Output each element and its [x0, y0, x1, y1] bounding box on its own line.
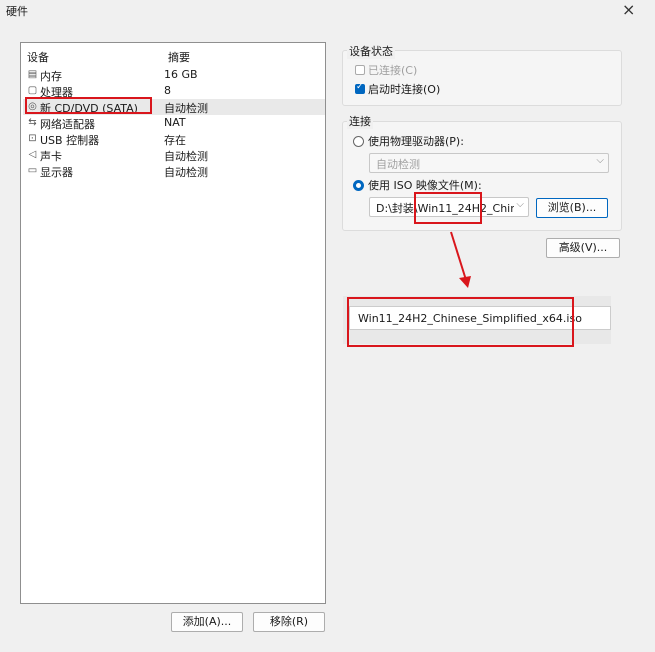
column-header-device: 设备: [27, 51, 49, 64]
device-summary: 8: [164, 84, 171, 97]
connected-checkbox: [355, 65, 365, 75]
device-name: 显示器: [40, 166, 73, 179]
iso-image-label[interactable]: 使用 ISO 映像文件(M):: [368, 177, 482, 193]
device-list-header: 设备 摘要: [27, 49, 321, 64]
close-icon[interactable]: ×: [622, 0, 635, 19]
usb-controller-icon: ⊡: [28, 133, 37, 144]
physical-drive-radio[interactable]: [353, 136, 364, 147]
connect-on-start-label[interactable]: 启动时连接(O): [368, 81, 440, 97]
title-bar: [0, 0, 655, 22]
device-summary: 自动检测: [164, 150, 208, 163]
physical-drive-value: 自动检测: [376, 158, 420, 171]
device-name: USB 控制器: [40, 134, 100, 147]
physical-drive-label[interactable]: 使用物理驱动器(P):: [368, 133, 464, 149]
device-name: 网络适配器: [40, 118, 95, 131]
device-row-network[interactable]: ⇆ 网络适配器 NAT: [23, 115, 325, 131]
device-summary: NAT: [164, 116, 186, 129]
device-list[interactable]: 设备 摘要 ▤ 内存 16 GB ▢ 处理器 8 ◎ 新 CD/DVD (SAT…: [20, 42, 326, 604]
connection-legend: 连接: [347, 113, 373, 129]
chevron-down-icon[interactable]: ⌵: [516, 199, 524, 210]
memory-icon: ▤: [27, 69, 38, 80]
physical-drive-select: 自动检测 ⌵: [369, 153, 609, 173]
device-status-legend: 设备状态: [347, 43, 395, 59]
device-name: 内存: [40, 70, 62, 83]
device-row-sound[interactable]: ◁ 声卡 自动检测: [23, 147, 325, 163]
highlight-box-filename: [347, 297, 574, 347]
display-icon: ▭: [27, 165, 38, 176]
chevron-down-icon: ⌵: [596, 155, 604, 166]
browse-button[interactable]: 浏览(B)...: [536, 198, 608, 218]
remove-device-button[interactable]: 移除(R): [253, 612, 325, 632]
add-device-button[interactable]: 添加(A)...: [171, 612, 243, 632]
red-arrow-icon: [450, 231, 471, 288]
device-summary: 自动检测: [164, 102, 208, 115]
device-summary: 16 GB: [164, 68, 198, 81]
connect-on-start-checkbox[interactable]: [355, 82, 365, 94]
column-header-summary: 摘要: [168, 51, 190, 64]
device-summary: 存在: [164, 134, 186, 147]
device-row-memory[interactable]: ▤ 内存 16 GB: [23, 67, 325, 83]
device-name: 声卡: [40, 150, 62, 163]
device-row-usb[interactable]: ⊡ USB 控制器 存在: [23, 131, 325, 147]
network-adapter-icon: ⇆: [28, 117, 37, 128]
connected-label: 已连接(C): [368, 64, 418, 77]
iso-image-radio[interactable]: [353, 180, 364, 191]
cpu-icon: ▢: [27, 85, 38, 96]
highlight-box-cd-dvd: [25, 97, 152, 114]
advanced-button[interactable]: 高级(V)...: [546, 238, 620, 258]
device-row-display[interactable]: ▭ 显示器 自动检测: [23, 163, 325, 179]
highlight-box-iso-path: [414, 192, 482, 224]
sound-card-icon: ◁: [28, 149, 37, 160]
window-title: 硬件: [6, 5, 28, 18]
device-summary: 自动检测: [164, 166, 208, 179]
